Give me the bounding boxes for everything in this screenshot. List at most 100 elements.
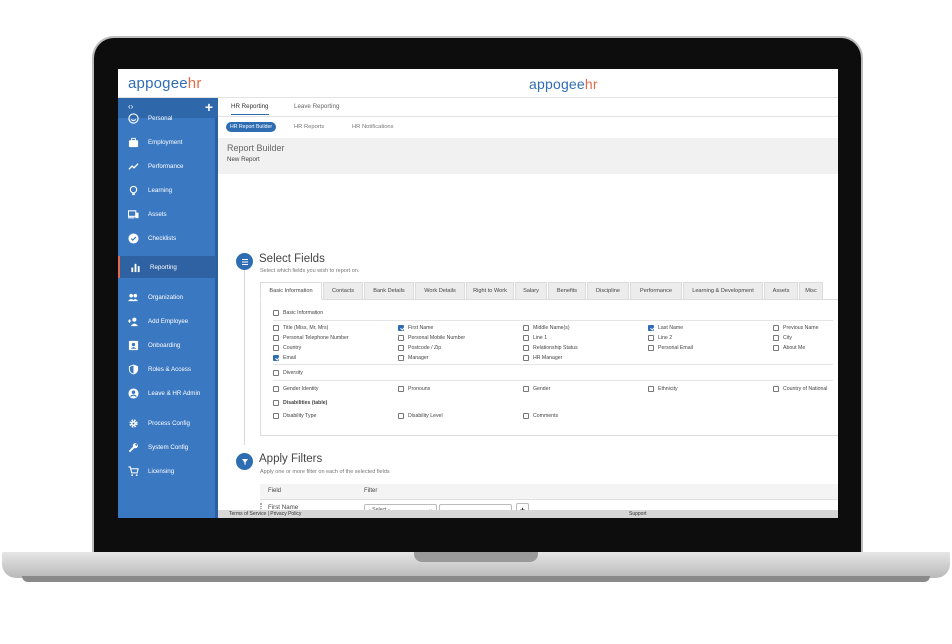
sidebar-item-organization[interactable]: Organization bbox=[118, 286, 215, 308]
field-option[interactable]: Manager bbox=[398, 355, 428, 361]
field-option[interactable]: First Name bbox=[398, 325, 433, 331]
checkbox[interactable] bbox=[523, 413, 529, 419]
field-option[interactable]: Pronouns bbox=[398, 386, 430, 392]
checkbox[interactable] bbox=[273, 400, 279, 406]
tab-hr-report-builder[interactable]: HR Report Builder bbox=[226, 122, 277, 132]
group-basic-information[interactable]: Basic Information bbox=[273, 310, 323, 316]
field-option[interactable]: Country bbox=[273, 345, 301, 351]
checkbox[interactable] bbox=[398, 386, 404, 392]
checkbox[interactable] bbox=[398, 325, 404, 331]
field-tab-basic-information[interactable]: Basic Information bbox=[260, 282, 322, 300]
field-tab-work-details[interactable]: Work Details bbox=[415, 282, 465, 300]
checkbox[interactable] bbox=[273, 335, 279, 341]
field-tab-discipline[interactable]: Discipline bbox=[587, 282, 629, 300]
sidebar-item-assets[interactable]: Assets bbox=[118, 203, 215, 225]
field-option[interactable]: Title (Miss, Mr, Mrs) bbox=[273, 325, 328, 331]
column-header-filter: Filter bbox=[364, 488, 378, 494]
footer-links[interactable]: Terms of Service | Privacy Policy bbox=[229, 511, 301, 517]
field-option[interactable]: Personal Mobile Number bbox=[398, 335, 465, 341]
checkbox[interactable] bbox=[773, 325, 779, 331]
tab-hr-reporting[interactable]: HR Reporting bbox=[231, 103, 269, 115]
checkbox[interactable] bbox=[273, 370, 279, 376]
sidebar-item-onboarding[interactable]: Onboarding bbox=[118, 334, 215, 356]
sidebar-item-roles-access[interactable]: Roles & Access bbox=[118, 358, 215, 380]
checkbox[interactable] bbox=[523, 335, 529, 341]
checkbox-label: Disabilities (table) bbox=[283, 400, 328, 406]
sidebar-item-leave-hr-admin[interactable]: Leave & HR Admin bbox=[118, 382, 215, 404]
sidebar-item-system-config[interactable]: System Config bbox=[118, 436, 215, 458]
sidebar-item-learning[interactable]: Learning bbox=[118, 179, 215, 201]
field-option[interactable]: HR Manager bbox=[523, 355, 562, 361]
field-tab-misc[interactable]: Misc bbox=[799, 282, 823, 300]
checkbox[interactable] bbox=[398, 355, 404, 361]
field-option[interactable]: Ethnicity bbox=[648, 386, 678, 392]
checkbox[interactable] bbox=[398, 345, 404, 351]
checkbox[interactable] bbox=[398, 335, 404, 341]
field-tab-assets[interactable]: Assets bbox=[764, 282, 798, 300]
field-tab-contacts[interactable]: Contacts bbox=[323, 282, 363, 300]
field-tab-benefits[interactable]: Benefits bbox=[548, 282, 586, 300]
field-option[interactable]: Middle Name(s) bbox=[523, 325, 570, 331]
group-diversity[interactable]: Diversity bbox=[273, 370, 303, 376]
check-circle-icon bbox=[127, 232, 139, 244]
checkbox[interactable] bbox=[523, 345, 529, 351]
checkbox[interactable] bbox=[273, 325, 279, 331]
field-option[interactable]: Disability Level bbox=[398, 413, 443, 419]
checkbox[interactable] bbox=[648, 386, 654, 392]
field-option[interactable]: Line 1 bbox=[523, 335, 547, 341]
field-option[interactable]: Previous Name bbox=[773, 325, 818, 331]
support-link[interactable]: Support bbox=[629, 511, 647, 517]
sidebar-item-employment[interactable]: Employment bbox=[118, 131, 215, 153]
checkbox[interactable] bbox=[398, 413, 404, 419]
checkbox[interactable] bbox=[523, 386, 529, 392]
checkbox[interactable] bbox=[273, 310, 279, 316]
group-disabilities[interactable]: Disabilities (table) bbox=[273, 400, 327, 406]
tab-leave-reporting[interactable]: Leave Reporting bbox=[294, 103, 339, 110]
checkbox[interactable] bbox=[273, 355, 279, 361]
sidebar-item-personal[interactable]: Personal bbox=[118, 107, 215, 129]
field-option[interactable]: Email bbox=[273, 355, 296, 361]
checkbox[interactable] bbox=[773, 345, 779, 351]
checkbox[interactable] bbox=[273, 345, 279, 351]
checkbox[interactable] bbox=[523, 325, 529, 331]
sidebar-item-reporting[interactable]: Reporting bbox=[118, 256, 216, 278]
field-tab-bank-details[interactable]: Bank Details bbox=[364, 282, 414, 300]
field-option[interactable]: Relationship Status bbox=[523, 345, 578, 351]
checkbox[interactable] bbox=[648, 345, 654, 351]
checkbox[interactable] bbox=[773, 335, 779, 341]
field-option[interactable]: Comments bbox=[523, 413, 558, 419]
report-name: New Report bbox=[227, 156, 260, 163]
checkbox[interactable] bbox=[523, 355, 529, 361]
field-option[interactable]: Personal Email bbox=[648, 345, 693, 351]
sidebar-item-process-config[interactable]: Process Config bbox=[118, 412, 215, 434]
sidebar-item-performance[interactable]: Performance bbox=[118, 155, 215, 177]
checkbox[interactable] bbox=[773, 386, 779, 392]
field-tab-salary[interactable]: Salary bbox=[515, 282, 547, 300]
checkbox[interactable] bbox=[273, 413, 279, 419]
checkbox[interactable] bbox=[648, 325, 654, 331]
field-option[interactable]: Gender bbox=[523, 386, 550, 392]
sidebar-item-label: Onboarding bbox=[148, 341, 181, 349]
tab-hr-reports[interactable]: HR Reports bbox=[294, 124, 324, 130]
field-option[interactable]: Last Name bbox=[648, 325, 683, 331]
logo-left[interactable]: appogeehr bbox=[128, 75, 202, 92]
field-option[interactable]: Country of National bbox=[773, 386, 827, 392]
field-tab-learning-development[interactable]: Learning & Development bbox=[683, 282, 763, 300]
field-option[interactable]: Gender Identity bbox=[273, 386, 318, 392]
tab-hr-notifications[interactable]: HR Notifications bbox=[352, 124, 394, 130]
sidebar-item-add-employee[interactable]: Add Employee bbox=[118, 310, 215, 332]
field-option[interactable]: Postcode / Zip bbox=[398, 345, 441, 351]
field-tab-performance[interactable]: Performance bbox=[630, 282, 682, 300]
field-option[interactable]: Personal Telephone Number bbox=[273, 335, 349, 341]
field-tab-right-to-work[interactable]: Right to Work bbox=[466, 282, 514, 300]
field-option[interactable]: City bbox=[773, 335, 792, 341]
sidebar-item-checklists[interactable]: Checklists bbox=[118, 227, 215, 249]
field-option[interactable]: About Me bbox=[773, 345, 805, 351]
field-category-tabs: Basic Information Contacts Bank Details Wor… bbox=[260, 282, 838, 300]
checkbox[interactable] bbox=[273, 386, 279, 392]
sidebar-item-licensing[interactable]: Licensing bbox=[118, 460, 215, 482]
field-option[interactable]: Line 2 bbox=[648, 335, 672, 341]
field-option[interactable]: Disability Type bbox=[273, 413, 316, 419]
sidebar-item-label: Leave & HR Admin bbox=[148, 389, 201, 397]
checkbox[interactable] bbox=[648, 335, 654, 341]
